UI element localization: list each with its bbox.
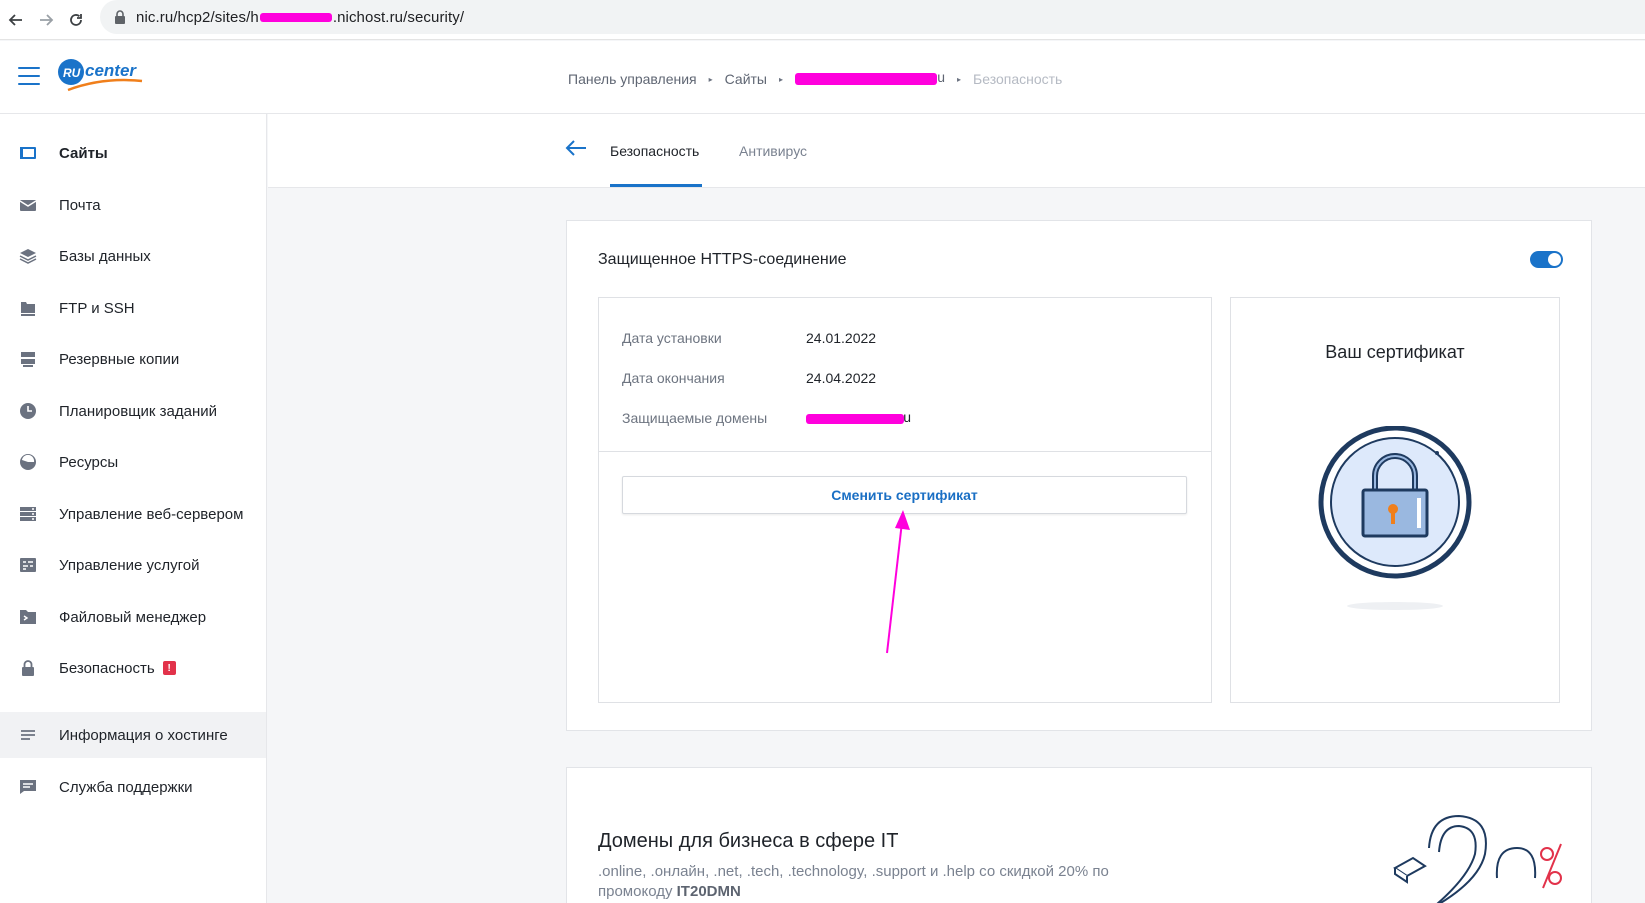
browser-back-button[interactable] bbox=[2, 6, 30, 34]
https-card: Защищенное HTTPS-соединение Дата установ… bbox=[566, 220, 1592, 731]
sidebar-item-security[interactable]: Безопасность ! bbox=[0, 645, 266, 691]
promo-title: Домены для бизнеса в сфере IT bbox=[598, 830, 899, 852]
sidebar-item-label: Сайты bbox=[59, 144, 108, 162]
sidebar-item-label: Файловый менеджер bbox=[59, 608, 207, 626]
ru-center-logo[interactable]: RU center bbox=[58, 57, 148, 97]
sidebar-item-label: Управление услугой bbox=[59, 556, 200, 574]
sidebar-item-label: Резервные копии bbox=[59, 350, 180, 368]
sidebar-item-label: Управление веб-сервером bbox=[59, 505, 244, 523]
reload-icon bbox=[70, 14, 82, 26]
back-arrow-icon[interactable] bbox=[564, 136, 588, 160]
sidebar-item-service[interactable]: Управление услугой bbox=[0, 542, 266, 588]
app-header: RU center Панель управления ▸ Сайты ▸ ▸ … bbox=[0, 41, 1645, 114]
sidebar-item-label: FTP и SSH bbox=[59, 299, 135, 317]
sidebar-item-support[interactable]: Служба поддержки bbox=[0, 764, 266, 810]
clock-icon bbox=[18, 401, 38, 421]
discount-20-percent-illustration bbox=[1393, 814, 1562, 903]
sidebar-item-ftp[interactable]: FTP и SSH bbox=[0, 285, 266, 331]
sidebar-item-backups[interactable]: Резервные копии bbox=[0, 336, 266, 382]
expiry-date-value: 24.04.2022 bbox=[806, 370, 877, 386]
sidebar-item-label: Базы данных bbox=[59, 247, 151, 265]
active-tab-indicator bbox=[610, 184, 702, 187]
sidebar-item-sites[interactable]: Сайты bbox=[0, 130, 266, 176]
sidebar-item-resources[interactable]: Ресурсы bbox=[0, 439, 266, 485]
ftp-icon bbox=[18, 298, 38, 318]
redaction-mark bbox=[806, 409, 911, 425]
database-icon bbox=[18, 246, 38, 266]
browser-reload-button[interactable] bbox=[62, 6, 90, 34]
https-title: Защищенное HTTPS-соединение bbox=[598, 251, 847, 268]
breadcrumb-sites[interactable]: Сайты bbox=[725, 71, 767, 87]
install-date-label: Дата установки bbox=[622, 330, 722, 346]
resources-icon bbox=[18, 452, 38, 472]
redaction-mark bbox=[259, 13, 332, 23]
annotation-arrow-icon bbox=[886, 510, 910, 654]
chevron-right-icon: ▸ bbox=[708, 74, 713, 84]
install-date-row: Дата установки 24.01.2022 bbox=[622, 330, 876, 346]
promo-code: IT20DMN bbox=[676, 883, 741, 900]
backup-icon bbox=[18, 349, 38, 369]
sidebar: Сайты Почта Базы данных FTP и SSH Резерв… bbox=[0, 114, 267, 903]
chevron-right-icon: ▸ bbox=[779, 74, 784, 84]
padlock-certificate-icon bbox=[1318, 426, 1472, 610]
mail-icon bbox=[18, 195, 38, 215]
tab-antivirus[interactable]: Антивирус bbox=[739, 143, 807, 159]
sidebar-item-scheduler[interactable]: Планировщик заданий bbox=[0, 388, 266, 434]
divider bbox=[599, 451, 1211, 452]
chat-icon bbox=[18, 777, 38, 797]
breadcrumb-site-redacted[interactable] bbox=[795, 69, 945, 85]
terminal-icon bbox=[18, 607, 38, 627]
sidebar-item-databases[interactable]: Базы данных bbox=[0, 233, 266, 279]
sidebar-item-label: Информация о хостинге bbox=[59, 726, 228, 744]
install-date-value: 24.01.2022 bbox=[806, 330, 877, 346]
sidebar-item-label: Планировщик заданий bbox=[59, 402, 217, 420]
sidebar-item-label: Почта bbox=[59, 196, 101, 214]
arrow-left-icon bbox=[8, 14, 22, 26]
sidebar-item-label: Ресурсы bbox=[59, 453, 119, 471]
lock-icon bbox=[18, 658, 38, 678]
breadcrumb: Панель управления ▸ Сайты ▸ ▸ Безопаснос… bbox=[568, 69, 1063, 87]
list-icon bbox=[18, 725, 38, 745]
browser-forward-button[interactable] bbox=[32, 6, 60, 34]
padlock-icon bbox=[115, 10, 125, 24]
toggle-knob bbox=[1548, 253, 1561, 266]
sidebar-item-hosting-info[interactable]: Информация о хостинге bbox=[0, 712, 266, 758]
certificate-panel: Ваш сертификат bbox=[1230, 297, 1560, 703]
arrow-right-icon bbox=[40, 14, 54, 26]
sites-icon bbox=[18, 143, 38, 163]
domains-label: Защищаемые домены bbox=[622, 410, 768, 426]
certificate-title: Ваш сертификат bbox=[1325, 342, 1465, 362]
expiry-date-label: Дата окончания bbox=[622, 370, 725, 386]
tabs-bar: Безопасность Антивирус bbox=[268, 114, 1645, 188]
address-bar[interactable]: nic.ru/hcp2/sites/h .nichost.ru/security/ bbox=[100, 0, 1645, 34]
svg-text:center: center bbox=[85, 61, 137, 80]
sidebar-item-mail[interactable]: Почта bbox=[0, 182, 266, 228]
browser-toolbar: nic.ru/hcp2/sites/h .nichost.ru/security/ bbox=[0, 0, 1645, 40]
sidebar-item-label: Безопасность bbox=[59, 659, 155, 677]
url-text: nic.ru/hcp2/sites/h .nichost.ru/security/ bbox=[136, 8, 465, 26]
domains-value-redacted bbox=[806, 409, 911, 426]
tab-security[interactable]: Безопасность bbox=[610, 143, 699, 159]
promo-text: .online, .онлайн, .net, .tech, .technolo… bbox=[598, 863, 1109, 900]
domains-row: Защищаемые домены bbox=[622, 409, 911, 426]
sidebar-item-webserver[interactable]: Управление веб-сервером bbox=[0, 491, 266, 537]
breadcrumb-panel[interactable]: Панель управления bbox=[568, 71, 697, 87]
promo-card: Домены для бизнеса в сфере IT .online, .… bbox=[566, 767, 1592, 903]
service-icon bbox=[18, 555, 38, 575]
sidebar-item-filemanager[interactable]: Файловый менеджер bbox=[0, 594, 266, 640]
chevron-right-icon: ▸ bbox=[957, 74, 962, 84]
svg-text:RU: RU bbox=[63, 66, 81, 80]
https-toggle[interactable] bbox=[1530, 251, 1563, 268]
alert-badge: ! bbox=[162, 661, 176, 675]
sidebar-item-label: Служба поддержки bbox=[59, 778, 193, 796]
server-icon bbox=[18, 504, 38, 524]
breadcrumb-current: Безопасность bbox=[973, 71, 1063, 87]
menu-icon[interactable] bbox=[18, 67, 40, 85]
expiry-date-row: Дата окончания 24.04.2022 bbox=[622, 370, 876, 386]
certificate-info-panel: Дата установки 24.01.2022 Дата окончания… bbox=[598, 297, 1212, 703]
